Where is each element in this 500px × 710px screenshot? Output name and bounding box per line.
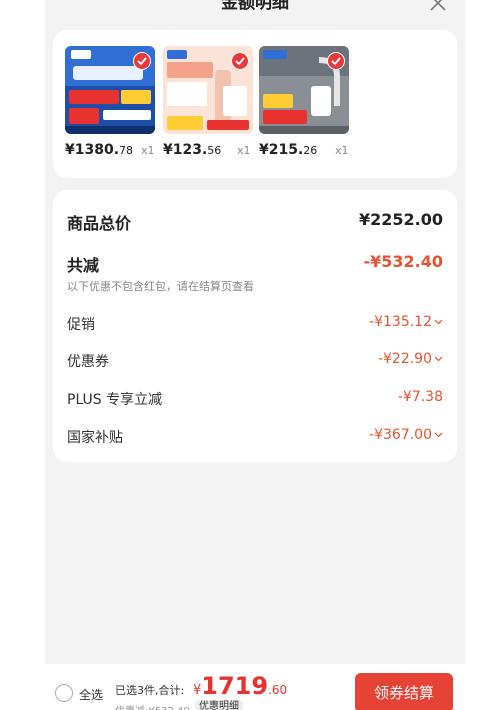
sheet-title: 金额明细 bbox=[221, 0, 289, 13]
product-item[interactable]: ¥215.26 x1 bbox=[259, 46, 351, 158]
discount-line: 优惠减:¥532.40 bbox=[115, 702, 190, 710]
product-price: ¥215.26 bbox=[259, 142, 318, 158]
total-reduce-value: -¥532.40 bbox=[363, 252, 443, 271]
product-item[interactable]: ¥1380.78 x1 bbox=[65, 46, 157, 158]
plus-discount-label: PLUS 专享立减 bbox=[67, 392, 163, 408]
chevron-down-icon bbox=[434, 319, 443, 325]
chevron-down-icon bbox=[434, 432, 443, 438]
product-qty: x1 bbox=[141, 144, 155, 157]
haier-ac-product-image bbox=[65, 46, 155, 134]
national-subsidy-label: 国家补贴 bbox=[67, 430, 123, 446]
product-price: ¥123.56 bbox=[163, 142, 222, 158]
discount-detail-button[interactable]: 优惠明细 bbox=[195, 700, 243, 710]
sheet-header: 金额明细 bbox=[45, 0, 465, 20]
select-all-label[interactable]: 全选 bbox=[79, 686, 103, 703]
chevron-down-icon bbox=[434, 356, 443, 362]
checkout-button[interactable]: 领券结算 bbox=[355, 673, 453, 710]
product-item[interactable]: ¥123.56 x1 bbox=[163, 46, 255, 158]
product-qty: x1 bbox=[237, 144, 251, 157]
plus-discount-value: -¥7.38 bbox=[397, 389, 443, 405]
selected-check-icon bbox=[327, 52, 345, 70]
select-all-radio[interactable] bbox=[55, 684, 73, 702]
coupon-label: 优惠券 bbox=[67, 354, 109, 370]
amount-summary-card: 商品总价 ¥2252.00 共减 -¥532.40 以下优惠不包含红包，请在结算… bbox=[53, 190, 457, 462]
promotion-label: 促销 bbox=[67, 317, 95, 333]
selected-check-icon bbox=[231, 52, 249, 70]
selected-count: 已选3件,合计: bbox=[115, 684, 185, 697]
haier-vacuum-product-image bbox=[163, 46, 253, 134]
product-list-card: ¥1380.78 x1 ¥123.56 x1 ¥215.26 x1 bbox=[53, 30, 457, 178]
coupon-value: -¥22.90 bbox=[378, 351, 443, 367]
national-subsidy-value: -¥367.00 bbox=[369, 427, 443, 443]
product-price: ¥1380.78 bbox=[65, 142, 134, 158]
total-amount: ¥1719.60 bbox=[193, 672, 288, 700]
faucet-heater-product-image bbox=[259, 46, 349, 134]
total-reduce-label: 共减 bbox=[67, 256, 100, 275]
goods-total-label: 商品总价 bbox=[67, 214, 132, 233]
product-qty: x1 bbox=[335, 144, 349, 157]
goods-total-value: ¥2252.00 bbox=[358, 210, 443, 229]
reduce-note: 以下优惠不包含红包，请在结算页查看 bbox=[67, 280, 254, 293]
selected-check-icon bbox=[133, 52, 151, 70]
promotion-value: -¥135.12 bbox=[369, 314, 443, 330]
amount-detail-sheet: 金额明细 ¥1380.78 x1 ¥123.56 x1 ¥215.26 x1 商… bbox=[45, 0, 465, 710]
close-icon[interactable] bbox=[427, 0, 449, 14]
checkout-bar: 全选 已选3件,合计: ¥1719.60 优惠减:¥532.40 优惠明细 领券… bbox=[45, 664, 465, 710]
